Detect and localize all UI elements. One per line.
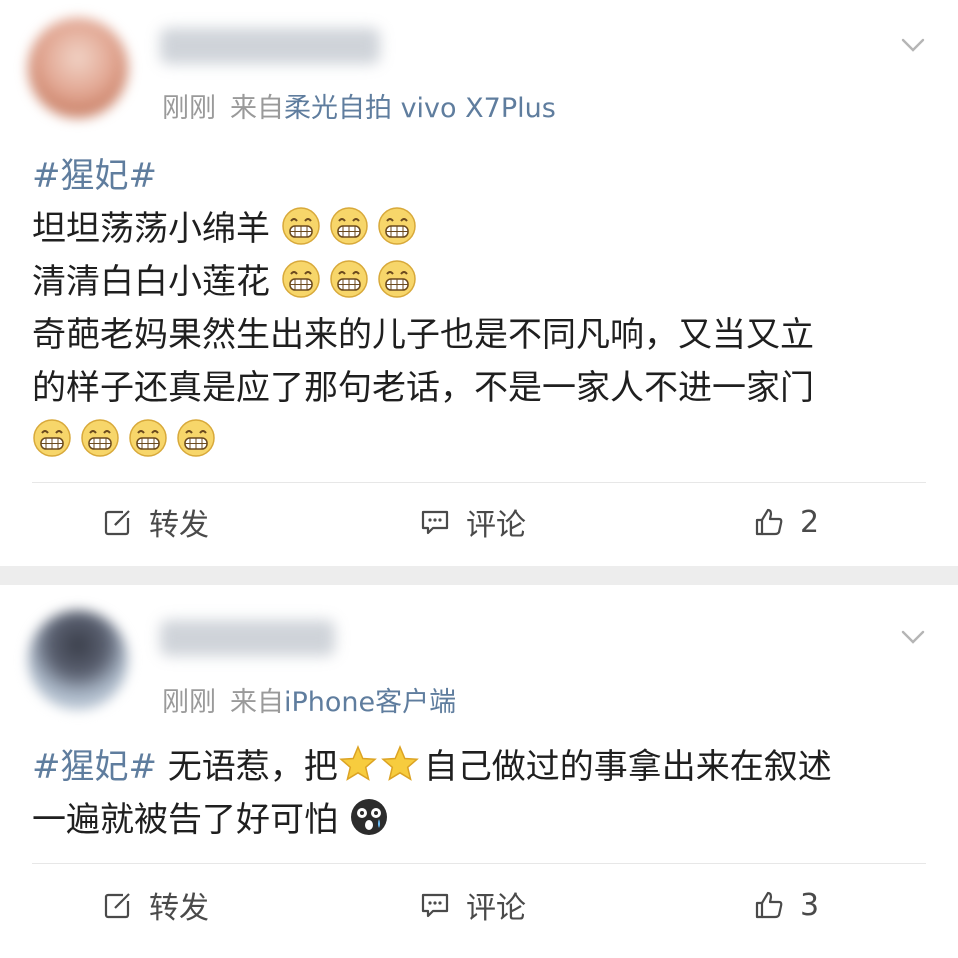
divider	[32, 482, 926, 483]
comment-icon	[421, 893, 449, 918]
comment-button[interactable]: 评论	[420, 500, 526, 544]
post-line: #猩妃# 无语惹，把 自己做过的事拿出来在叙述	[32, 741, 832, 794]
post-line: 一遍就被告了好可怕	[32, 794, 832, 847]
grin-icon	[176, 418, 216, 458]
scared-face-icon	[349, 797, 389, 837]
like-count: 3	[800, 887, 820, 923]
repost-icon	[104, 508, 133, 536]
post-line	[32, 415, 814, 468]
post-line: #猩妃#	[32, 150, 814, 203]
grin-icon	[128, 418, 168, 458]
post-source[interactable]: iPhone客户端	[284, 687, 456, 718]
post-body: #猩妃# 坦坦荡荡小绵羊 清清白白小莲花 奇葩老妈果然生出来的儿子也是不同凡响，…	[32, 150, 814, 468]
grin-icon	[329, 206, 369, 246]
post-line: 坦坦荡荡小绵羊	[32, 203, 814, 256]
like-count: 2	[800, 504, 820, 540]
star-icon	[338, 744, 378, 784]
avatar[interactable]	[28, 18, 128, 118]
post-time: 刚刚	[162, 93, 216, 124]
username-blurred[interactable]	[160, 620, 335, 656]
grin-icon	[281, 206, 321, 246]
repost-icon	[104, 891, 133, 919]
repost-label: 转发	[149, 508, 209, 543]
hashtag[interactable]: #猩妃#	[32, 156, 157, 196]
source-prefix: 来自	[230, 93, 284, 124]
thumbs-up-icon	[755, 508, 783, 536]
grin-icon	[377, 259, 417, 299]
post-meta: 刚刚 来自iPhone客户端	[162, 680, 456, 719]
repost-label: 转发	[149, 891, 209, 926]
divider	[32, 863, 926, 864]
like-button[interactable]: 2	[754, 500, 819, 544]
hashtag[interactable]: #猩妃#	[32, 747, 157, 787]
grin-icon	[329, 259, 369, 299]
grin-icon	[80, 418, 120, 458]
star-icon	[380, 744, 420, 784]
post-body: #猩妃# 无语惹，把 自己做过的事拿出来在叙述 一遍就被告了好可怕	[32, 741, 832, 847]
comment-label: 评论	[466, 891, 526, 926]
comment-button[interactable]: 评论	[420, 883, 526, 927]
chevron-down-icon[interactable]	[898, 30, 928, 60]
avatar[interactable]	[28, 610, 128, 710]
grin-icon	[281, 259, 321, 299]
comment-icon	[421, 510, 449, 535]
username-blurred[interactable]	[160, 28, 380, 64]
repost-button[interactable]: 转发	[103, 500, 209, 544]
post-time: 刚刚	[162, 687, 216, 718]
grin-icon	[377, 206, 417, 246]
chevron-down-icon[interactable]	[898, 622, 928, 652]
repost-button[interactable]: 转发	[103, 883, 209, 927]
post-line: 清清白白小莲花	[32, 256, 814, 309]
grin-icon	[32, 418, 72, 458]
source-prefix: 来自	[230, 687, 284, 718]
thumbs-up-icon	[755, 891, 783, 919]
post-line: 的样子还真是应了那句老话，不是一家人不进一家门	[32, 368, 814, 408]
post-source[interactable]: 柔光自拍 vivo X7Plus	[284, 93, 556, 124]
post-line: 奇葩老妈果然生出来的儿子也是不同凡响，又当又立	[32, 315, 814, 355]
post-meta: 刚刚 来自柔光自拍 vivo X7Plus	[162, 86, 556, 125]
like-button[interactable]: 3	[754, 883, 819, 927]
comment-label: 评论	[466, 508, 526, 543]
post-card: 刚刚 来自柔光自拍 vivo X7Plus #猩妃# 坦坦荡荡小绵羊 清清白白小莲…	[0, 0, 958, 566]
